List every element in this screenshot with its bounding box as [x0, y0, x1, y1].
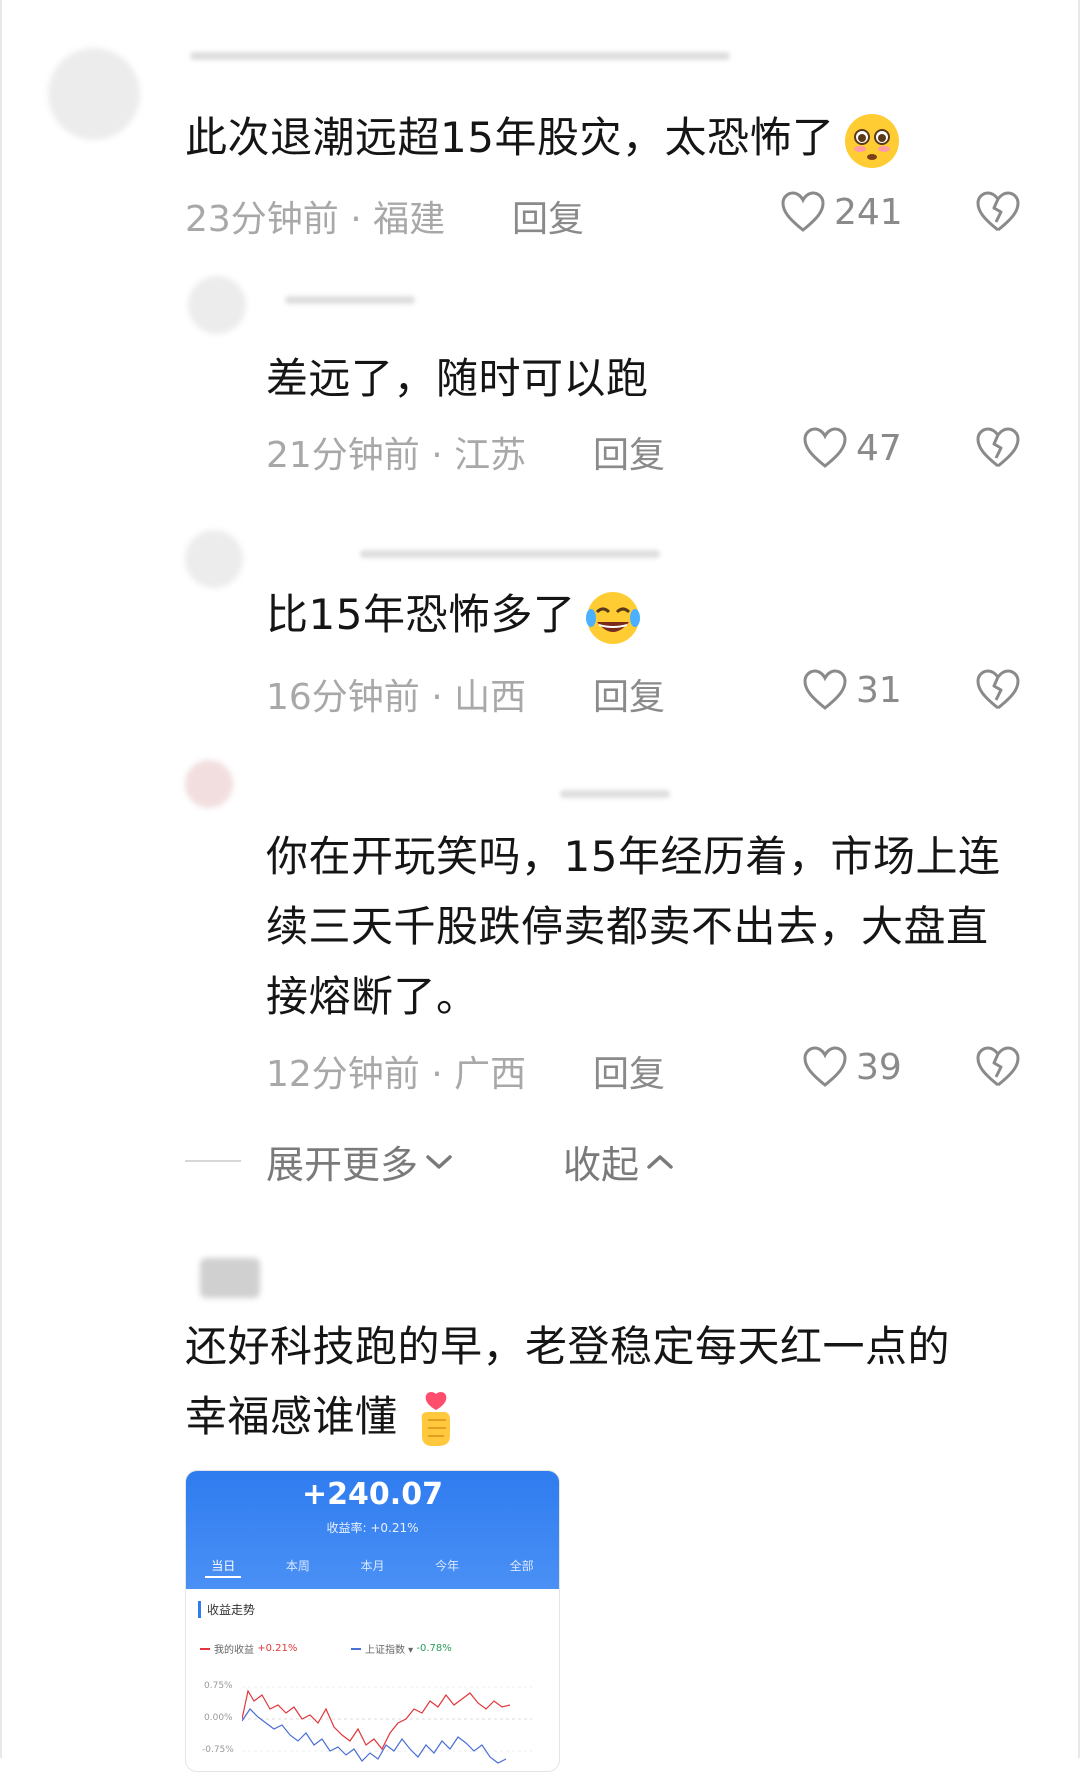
reply-button[interactable]: 回复: [593, 1045, 665, 1097]
dislike-heart-icon[interactable]: [974, 1045, 1022, 1089]
post-line: 还好科技跑的早，老登稳定每天红一点的: [185, 1322, 951, 1371]
legend-swatch-red: [200, 1647, 210, 1650]
legend-mine: 我的收益 +0.21%: [200, 1641, 297, 1656]
expand-more-button[interactable]: 展开更多: [266, 1134, 454, 1189]
post-line-text: 幸福感谁懂: [185, 1392, 398, 1441]
avatar[interactable]: [185, 530, 243, 588]
comment-time-location: 12分钟前 · 广西: [266, 1054, 527, 1095]
comment-text: 你在开玩笑吗，15年经历着，市场上连 续三天千股跌停卖都卖不出去，大盘直 接熔断…: [266, 822, 1000, 1032]
legend-mine-label: 我的收益: [214, 1645, 254, 1656]
like-button[interactable]: 47: [802, 426, 902, 470]
thread-divider: [185, 1160, 241, 1162]
like-count: 47: [856, 427, 902, 469]
tab-today[interactable]: 当日: [205, 1555, 242, 1578]
legend-index-value: -0.78%: [416, 1643, 452, 1654]
profit-amount: +240.07: [302, 1477, 443, 1512]
comment-line: 续三天千股跌停卖都卖不出去，大盘直: [266, 902, 989, 951]
avatar[interactable]: [188, 276, 246, 334]
comment-text: 比15年恐怖多了: [266, 580, 643, 650]
frame-border-left: [0, 0, 2, 1758]
collapse-label: 收起: [563, 1143, 640, 1187]
chart-title: 收益走势: [198, 1601, 255, 1618]
tab-month[interactable]: 本月: [354, 1555, 390, 1578]
tab-year[interactable]: 今年: [429, 1555, 465, 1578]
comment-text: 此次退潮远超15年股灾，太恐怖了: [185, 103, 902, 173]
profit-chart: [242, 1686, 532, 1764]
like-button[interactable]: 31: [802, 668, 902, 712]
chevron-up-icon: [647, 1154, 673, 1169]
period-tabs: 当日 本周 本月 今年 全部: [186, 1555, 559, 1578]
comment-text: 差远了，随时可以跑: [266, 354, 649, 403]
tab-week[interactable]: 本周: [280, 1555, 316, 1578]
finger-heart-icon: [421, 1391, 450, 1446]
series-index: [242, 1708, 507, 1764]
comment-time-location: 21分钟前 · 江苏: [266, 435, 527, 476]
username-blurred[interactable]: [190, 52, 730, 60]
comment-time-location: 16分钟前 · 山西: [266, 677, 527, 718]
like-button[interactable]: 241: [780, 190, 903, 234]
heart-icon: [803, 1046, 847, 1087]
card-header: +240.07 收益率: +0.21% 当日 本周 本月 今年 全部: [186, 1471, 559, 1589]
profit-rate: 收益率: +0.21%: [326, 1521, 419, 1535]
flushed-face-icon: [845, 113, 900, 168]
heart-icon: [781, 191, 825, 232]
username-blurred[interactable]: [285, 296, 415, 304]
reply-button[interactable]: 回复: [593, 668, 665, 720]
series-my-profit: [242, 1689, 511, 1751]
post-text: 还好科技跑的早，老登稳定每天红一点的 幸福感谁懂: [185, 1312, 950, 1452]
comment-body: 此次退潮远超15年股灾，太恐怖了: [185, 113, 835, 162]
legend-mine-value: +0.21%: [257, 1643, 298, 1654]
like-button[interactable]: 39: [802, 1045, 902, 1089]
avatar[interactable]: [48, 48, 140, 140]
username-blurred[interactable]: [560, 790, 670, 798]
comment-line: 你在开玩笑吗，15年经历着，市场上连: [266, 832, 1001, 881]
avatar[interactable]: [200, 1258, 260, 1298]
like-count: 31: [856, 669, 902, 711]
heart-icon: [803, 427, 847, 468]
username-blurred[interactable]: [360, 550, 660, 558]
collapse-button[interactable]: 收起: [563, 1134, 675, 1189]
chevron-down-icon: [426, 1154, 452, 1169]
post-line: 幸福感谁懂: [185, 1382, 950, 1452]
legend-index-label: 上证指数 ▾: [365, 1645, 414, 1656]
dislike-heart-icon[interactable]: [974, 190, 1022, 234]
comment-body: 比15年恐怖多了: [266, 590, 576, 639]
like-count: 39: [856, 1046, 902, 1088]
reply-button[interactable]: 回复: [593, 426, 665, 478]
dislike-heart-icon[interactable]: [974, 426, 1022, 470]
legend-index: 上证指数 ▾ -0.78%: [351, 1641, 452, 1656]
portfolio-screenshot[interactable]: +240.07 收益率: +0.21% 当日 本周 本月 今年 全部 收益走势 …: [185, 1470, 560, 1772]
y-tick: 0.75%: [204, 1681, 233, 1691]
heart-icon: [803, 669, 847, 710]
expand-more-label: 展开更多: [266, 1143, 419, 1187]
like-count: 241: [834, 191, 903, 233]
legend-swatch-blue: [351, 1647, 361, 1650]
dislike-heart-icon[interactable]: [974, 668, 1022, 712]
reply-button[interactable]: 回复: [512, 190, 584, 242]
y-tick: -0.75%: [202, 1745, 234, 1755]
comment-time-location: 23分钟前 · 福建: [185, 199, 446, 240]
comment-line: 接熔断了。: [266, 972, 479, 1021]
tab-all[interactable]: 全部: [504, 1555, 540, 1578]
avatar[interactable]: [185, 760, 233, 808]
tears-of-joy-icon: [586, 591, 641, 644]
y-tick: 0.00%: [204, 1713, 233, 1723]
